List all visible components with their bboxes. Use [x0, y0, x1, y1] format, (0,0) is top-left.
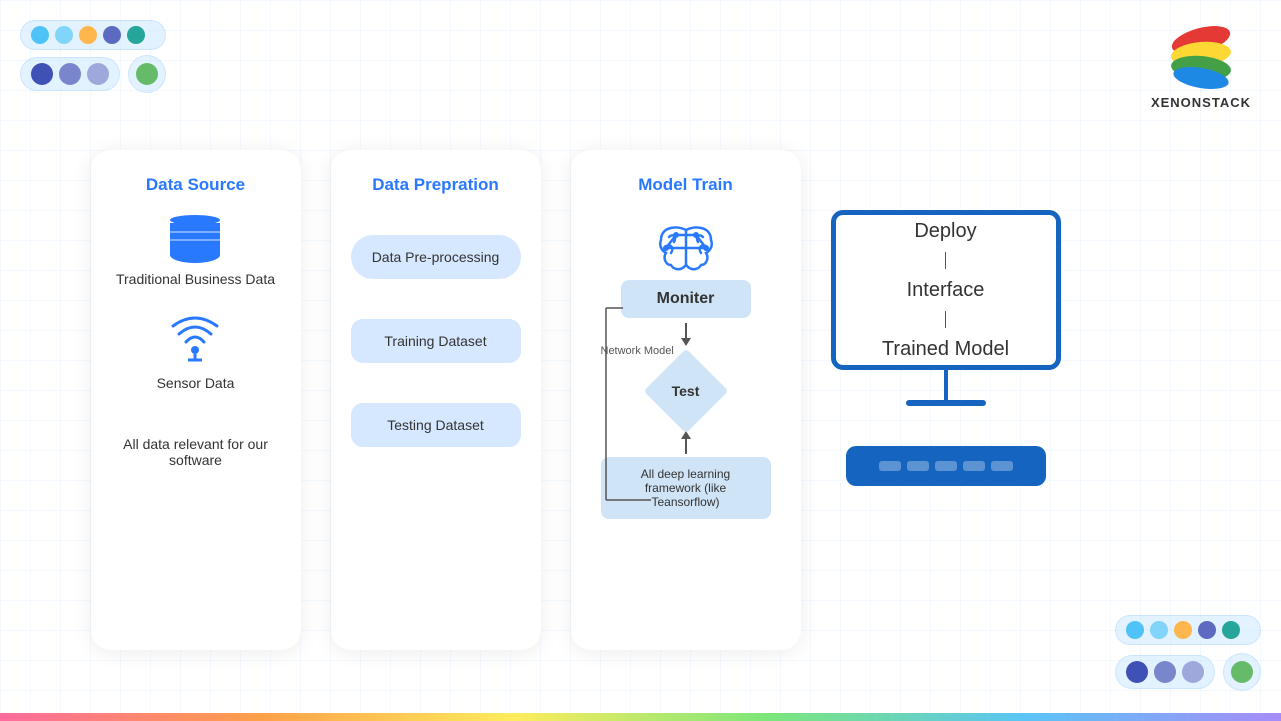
data-prep-card: Data Prepration Data Pre-processing Trai… [331, 150, 541, 650]
test-diamond: Test [651, 356, 721, 426]
data-prep-title: Data Prepration [372, 175, 499, 195]
main-content: Data Source Traditional Business Data [91, 150, 1191, 650]
training-dataset-item: Training Dataset [351, 319, 521, 363]
dl-framework-box: All deep learning framework (like Teanso… [601, 457, 771, 519]
model-train-flow: Moniter Network Model Test [596, 280, 776, 519]
traditional-data-label: Traditional Business Data [116, 271, 275, 287]
deploy-section: Deploy Interface Trained Model [831, 210, 1061, 486]
dots-row-2 [20, 57, 120, 91]
bottom-decorative-dots [1115, 615, 1261, 691]
database-icon [170, 215, 220, 263]
testing-dataset-item: Testing Dataset [351, 403, 521, 447]
bottom-dots-row-1 [1115, 615, 1261, 645]
dots-row-1 [20, 20, 166, 50]
sensor-data-label: Sensor Data [157, 375, 235, 391]
all-data-item: All data relevant for our software [111, 416, 281, 468]
monitor-box: Moniter [621, 280, 751, 318]
traditional-data-item: Traditional Business Data [116, 215, 275, 287]
logo-text: XENONSTACK [1151, 95, 1251, 110]
sensor-icon [168, 312, 223, 367]
bottom-dots-row-2 [1115, 653, 1261, 691]
model-train-title: Model Train [638, 175, 732, 195]
deploy-line1: Deploy [914, 215, 976, 247]
sensor-data-item: Sensor Data [157, 312, 235, 391]
data-preprocessing-item: Data Pre-processing [351, 235, 521, 279]
all-data-label: All data relevant for our software [111, 436, 281, 468]
data-source-title: Data Source [146, 175, 245, 195]
monitor-frame: Deploy Interface Trained Model [831, 210, 1061, 370]
logo-icon [1161, 20, 1241, 90]
logo: XENONSTACK [1151, 20, 1251, 110]
keyboard [846, 446, 1046, 486]
deploy-line2: Interface [907, 274, 985, 306]
bottom-gradient-bar [0, 713, 1281, 721]
deploy-line3: Trained Model [882, 333, 1009, 365]
data-source-card: Data Source Traditional Business Data [91, 150, 301, 650]
top-decorative-dots [20, 20, 166, 93]
model-train-card: Model Train [571, 150, 801, 650]
brain-icon [651, 215, 721, 280]
